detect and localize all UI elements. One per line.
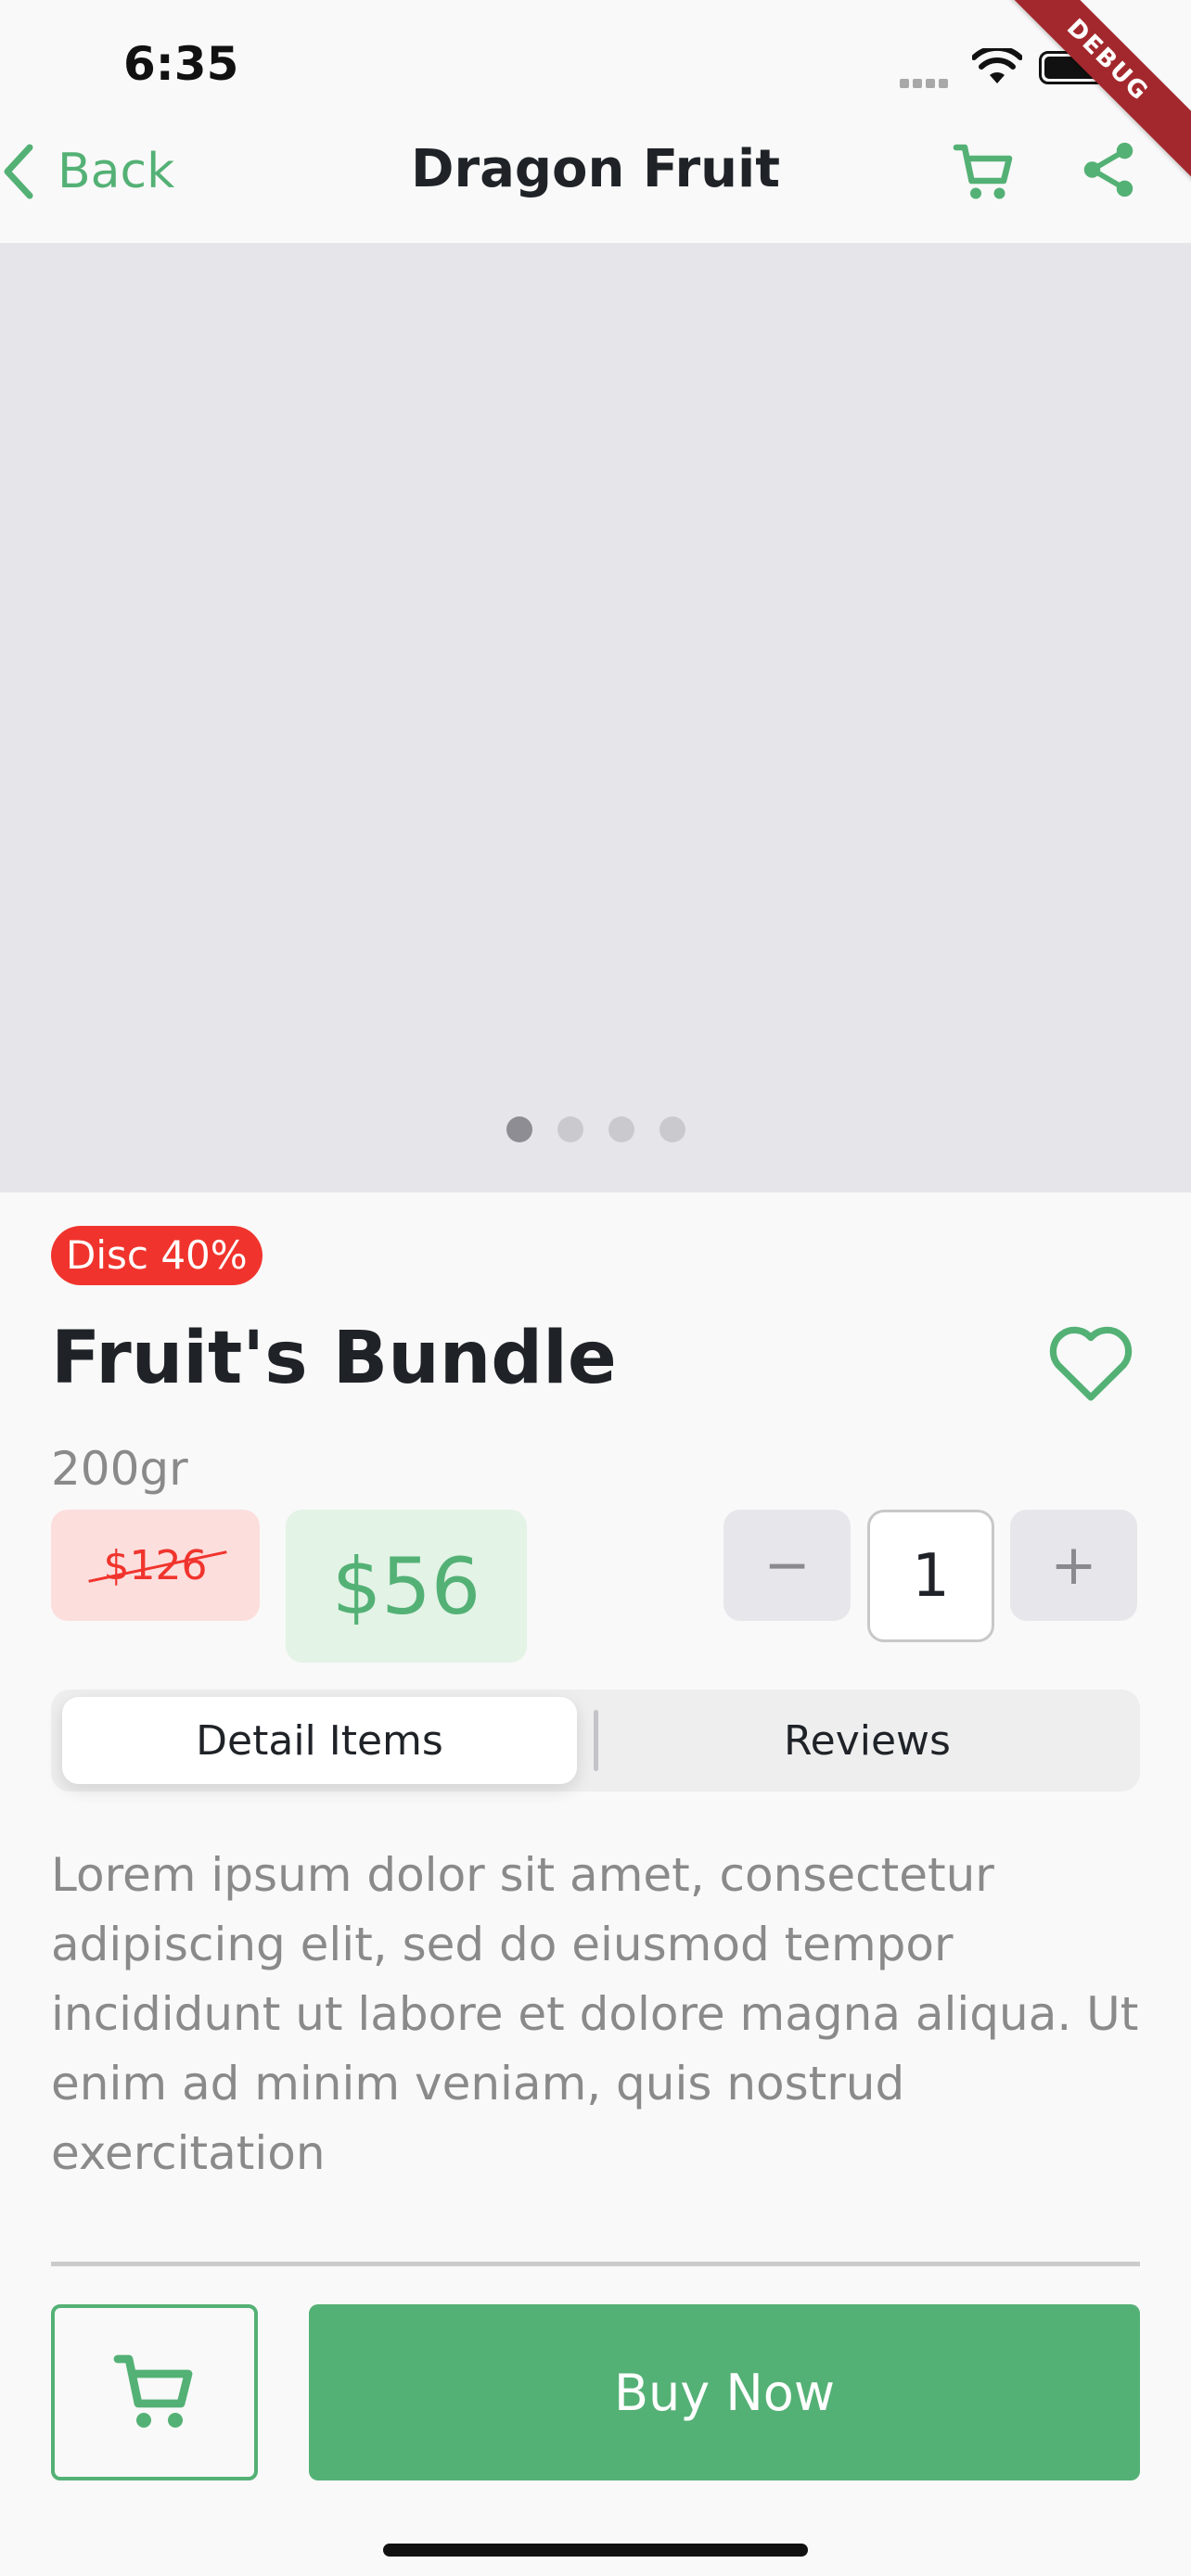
carousel-page-indicator (0, 1116, 1191, 1142)
back-label: Back (58, 144, 175, 199)
add-to-cart-button[interactable] (51, 2304, 258, 2480)
tab-detail-items[interactable]: Detail Items (62, 1697, 577, 1784)
product-description: Lorem ipsum dolor sit amet, consectetur … (51, 1848, 1139, 2180)
back-button[interactable]: Back (0, 134, 174, 209)
home-indicator (383, 2544, 808, 2557)
quantity-decrement-button[interactable]: − (724, 1510, 851, 1621)
product-weight: 200gr (51, 1442, 188, 1496)
divider (51, 2262, 1140, 2266)
tab-reviews[interactable]: Reviews (598, 1697, 1136, 1784)
detail-tabs: Detail Items Reviews (51, 1690, 1140, 1792)
discount-badge: Disc 40% (51, 1226, 263, 1285)
product-name: Fruit's Bundle (51, 1317, 617, 1400)
quantity-value[interactable]: 1 (867, 1510, 994, 1642)
chevron-left-icon (4, 144, 33, 199)
cellular-signal-icon (900, 74, 952, 92)
buy-now-button[interactable]: Buy Now (309, 2304, 1140, 2480)
quantity-increment-button[interactable]: + (1010, 1510, 1137, 1621)
original-price-value: $126 (103, 1541, 208, 1589)
wifi-icon (971, 45, 1023, 89)
original-price: $126 (51, 1510, 260, 1621)
share-icon[interactable] (1076, 137, 1141, 206)
carousel-dot[interactable] (608, 1116, 634, 1142)
status-time: 6:35 (123, 37, 239, 91)
product-image-carousel[interactable] (0, 243, 1191, 1192)
carousel-dot[interactable] (659, 1116, 685, 1142)
carousel-dot[interactable] (506, 1116, 532, 1142)
carousel-dot[interactable] (557, 1116, 583, 1142)
cart-icon (113, 2354, 192, 2428)
cart-icon[interactable] (951, 139, 1018, 210)
current-price: $56 (286, 1510, 527, 1663)
favorite-heart-icon[interactable] (1046, 1321, 1135, 1407)
